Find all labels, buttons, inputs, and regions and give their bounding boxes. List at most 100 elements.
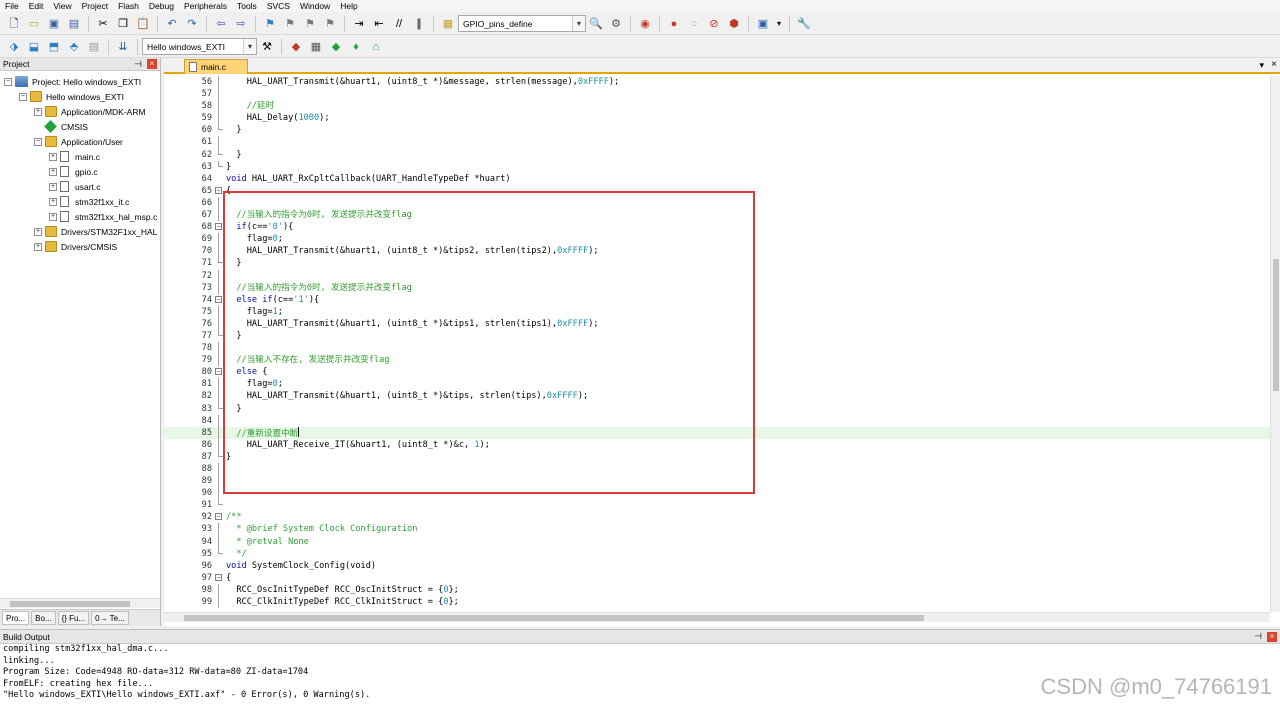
debug-icon[interactable]: ⚙ bbox=[608, 16, 624, 32]
menu-item-help[interactable]: Help bbox=[335, 0, 362, 12]
indent-icon[interactable]: ⇥ bbox=[351, 16, 367, 32]
tree-item[interactable]: − Hello windows_EXTI bbox=[0, 89, 160, 104]
tree-item[interactable]: + Drivers/CMSIS bbox=[0, 239, 160, 254]
build-icon[interactable]: ⬓ bbox=[26, 39, 42, 55]
redo-icon[interactable]: ↷ bbox=[184, 16, 200, 32]
find-icon[interactable]: 🔍 bbox=[588, 16, 604, 32]
fold-gutter[interactable]: − bbox=[215, 572, 224, 584]
expand-icon[interactable]: + bbox=[49, 182, 57, 191]
debug-start-icon[interactable]: ◉ bbox=[637, 16, 653, 32]
open-icon[interactable]: ▭ bbox=[26, 16, 42, 32]
find-combo[interactable]: GPIO_pins_define ▾ bbox=[458, 15, 586, 32]
configure-icon[interactable]: 🔧 bbox=[796, 16, 812, 32]
collapse-icon[interactable]: − bbox=[215, 186, 222, 194]
manage-components-icon[interactable]: ◆ bbox=[288, 39, 304, 55]
close-icon[interactable]: × bbox=[147, 59, 157, 69]
scrollbar-thumb[interactable] bbox=[184, 615, 924, 621]
editor-vertical-scrollbar[interactable] bbox=[1270, 76, 1280, 612]
stack-icon[interactable]: ⌂ bbox=[368, 39, 384, 55]
menu-item-debug[interactable]: Debug bbox=[144, 0, 179, 12]
clear-bookmarks-icon[interactable]: ⚑ bbox=[322, 16, 338, 32]
menu-item-svcs[interactable]: SVCS bbox=[262, 0, 295, 12]
chevron-down-icon[interactable]: ▾ bbox=[572, 16, 585, 31]
fold-gutter[interactable]: − bbox=[215, 366, 224, 378]
editor-horizontal-scrollbar[interactable] bbox=[164, 612, 1270, 622]
menu-item-tools[interactable]: Tools bbox=[232, 0, 262, 12]
rebuild-icon[interactable]: ⬒ bbox=[46, 39, 62, 55]
undo-icon[interactable]: ↶ bbox=[164, 16, 180, 32]
back-icon[interactable]: ⇦ bbox=[213, 16, 229, 32]
tree-item[interactable]: + stm32f1xx_hal_msp.c bbox=[0, 209, 160, 224]
collapse-icon[interactable]: − bbox=[215, 368, 222, 376]
window-layout-icon[interactable]: ▣ bbox=[755, 16, 771, 32]
new-file-icon[interactable]: 🗋 bbox=[6, 16, 22, 32]
comment-icon[interactable]: // bbox=[391, 16, 407, 32]
menu-item-peripherals[interactable]: Peripherals bbox=[179, 0, 232, 12]
event-recorder-icon[interactable]: ♦ bbox=[348, 39, 364, 55]
expand-icon[interactable]: + bbox=[49, 197, 57, 206]
target-combo[interactable]: Hello windows_EXTI ▾ bbox=[142, 38, 257, 55]
forward-icon[interactable]: ⇨ bbox=[233, 16, 249, 32]
cut-icon[interactable]: ✂ bbox=[95, 16, 111, 32]
prev-bookmark-icon[interactable]: ⚑ bbox=[282, 16, 298, 32]
menu-item-window[interactable]: Window bbox=[295, 0, 335, 12]
scrollbar-thumb[interactable] bbox=[10, 601, 130, 607]
uncomment-icon[interactable]: ∥ bbox=[411, 16, 427, 32]
collapse-icon[interactable]: − bbox=[4, 77, 12, 86]
panel-tab[interactable]: 0→ Te... bbox=[91, 611, 129, 625]
fold-gutter[interactable]: − bbox=[215, 294, 224, 306]
copy-icon[interactable]: ❐ bbox=[115, 16, 131, 32]
collapse-icon[interactable]: − bbox=[215, 223, 222, 231]
options-for-target-icon[interactable]: ⚒ bbox=[259, 39, 275, 55]
tree-item[interactable]: − Project: Hello windows_EXTI bbox=[0, 74, 160, 89]
select-packs-icon[interactable]: ◆ bbox=[328, 39, 344, 55]
menu-item-flash[interactable]: Flash bbox=[113, 0, 144, 12]
menu-item-file[interactable]: File bbox=[0, 0, 24, 12]
kill-breakpoint-icon[interactable]: ⊘ bbox=[706, 16, 722, 32]
translate-icon[interactable]: ⬗ bbox=[6, 39, 22, 55]
fold-gutter[interactable]: − bbox=[215, 185, 224, 197]
breakpoint-icon[interactable]: ● bbox=[666, 16, 682, 32]
save-icon[interactable]: ▣ bbox=[46, 16, 62, 32]
project-horizontal-scrollbar[interactable] bbox=[0, 598, 160, 608]
menu-item-project[interactable]: Project bbox=[77, 0, 113, 12]
tab-list-icon[interactable]: ▾ bbox=[1259, 60, 1264, 71]
pin-icon[interactable]: ⊣ bbox=[1254, 631, 1262, 642]
find-in-files-icon[interactable]: ▦ bbox=[440, 16, 456, 32]
chevron-down-icon[interactable]: ▾ bbox=[775, 16, 783, 32]
tree-item[interactable]: + gpio.c bbox=[0, 164, 160, 179]
menu-item-edit[interactable]: Edit bbox=[24, 0, 49, 12]
panel-tab[interactable]: Pro... bbox=[2, 611, 30, 625]
clear-breakpoints-icon[interactable]: ⬢ bbox=[726, 16, 742, 32]
tree-item[interactable]: − Application/User bbox=[0, 134, 160, 149]
scrollbar-thumb[interactable] bbox=[1273, 259, 1279, 391]
collapse-icon[interactable]: − bbox=[215, 513, 222, 521]
tree-item[interactable]: + Drivers/STM32F1xx_HAL bbox=[0, 224, 160, 239]
tree-item[interactable]: + stm32f1xx_it.c bbox=[0, 194, 160, 209]
disable-breakpoint-icon[interactable]: ○ bbox=[686, 16, 702, 32]
next-bookmark-icon[interactable]: ⚑ bbox=[302, 16, 318, 32]
collapse-icon[interactable]: − bbox=[34, 137, 42, 146]
close-icon[interactable]: × bbox=[1267, 631, 1277, 642]
pack-installer-icon[interactable]: ▦ bbox=[308, 39, 324, 55]
download-icon[interactable]: ⇊ bbox=[115, 39, 131, 55]
code-editor[interactable]: 56 HAL_UART_Transmit(&huart1, (uint8_t *… bbox=[164, 76, 1270, 612]
tree-item[interactable]: + usart.c bbox=[0, 179, 160, 194]
expand-icon[interactable]: + bbox=[34, 227, 42, 236]
fold-gutter[interactable]: − bbox=[215, 221, 224, 233]
paste-icon[interactable]: 📋 bbox=[135, 16, 151, 32]
tree-item[interactable]: + Application/MDK-ARM bbox=[0, 104, 160, 119]
save-all-icon[interactable]: ▤ bbox=[66, 16, 82, 32]
collapse-icon[interactable]: − bbox=[215, 295, 222, 303]
close-icon[interactable]: × bbox=[1271, 59, 1277, 70]
bookmark-icon[interactable]: ⚑ bbox=[262, 16, 278, 32]
fold-gutter[interactable]: − bbox=[215, 511, 224, 523]
stop-build-icon[interactable]: ▤ bbox=[86, 39, 102, 55]
tree-item[interactable]: + main.c bbox=[0, 149, 160, 164]
tab-main-c[interactable]: main.c bbox=[184, 59, 248, 74]
expand-icon[interactable]: + bbox=[34, 242, 42, 251]
chevron-down-icon[interactable]: ▾ bbox=[243, 39, 256, 54]
unindent-icon[interactable]: ⇤ bbox=[371, 16, 387, 32]
collapse-icon[interactable]: − bbox=[215, 573, 222, 581]
expand-icon[interactable]: + bbox=[49, 212, 57, 221]
